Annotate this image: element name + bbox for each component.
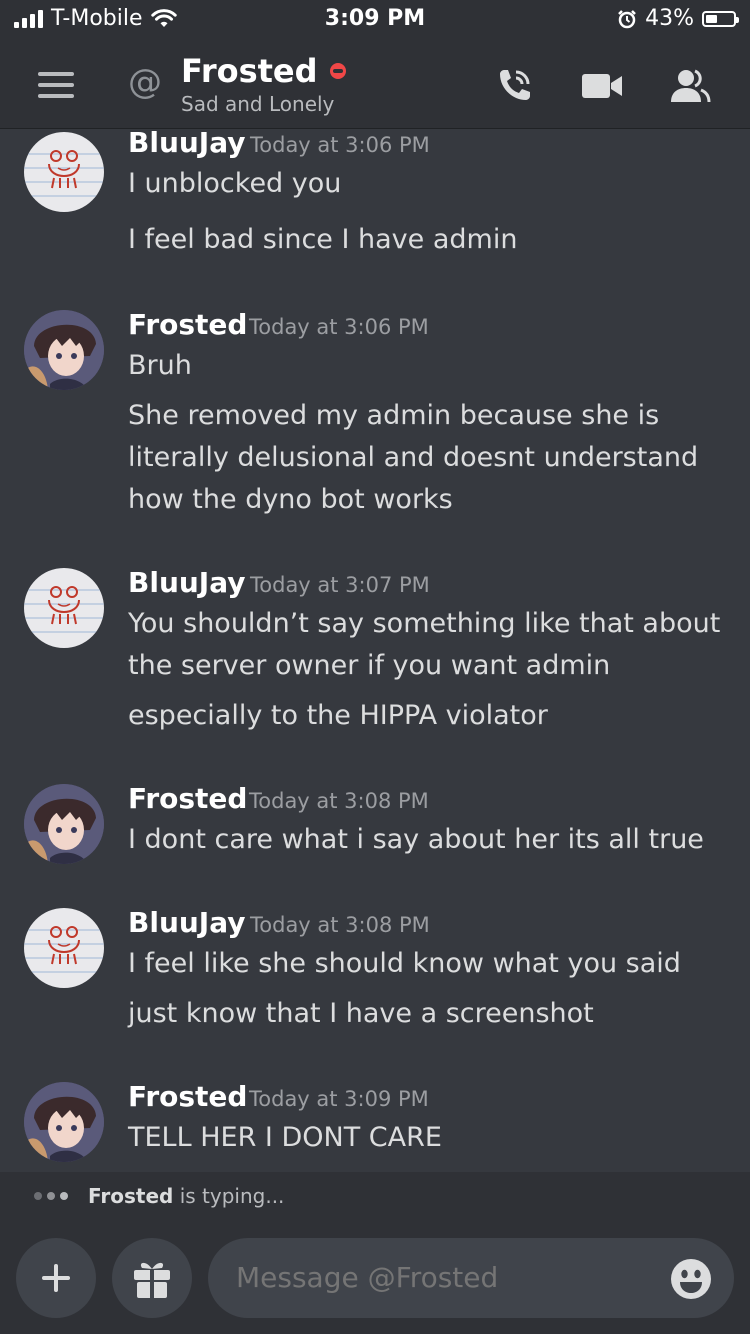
at-icon: @ — [128, 62, 162, 102]
typing-user: Frosted — [88, 1184, 174, 1208]
members-icon[interactable] — [668, 64, 712, 108]
dm-title-text: Frosted — [181, 52, 318, 90]
video-icon[interactable] — [580, 64, 624, 108]
battery-percent: 43% — [645, 6, 694, 31]
message-author[interactable]: Frosted — [128, 782, 247, 815]
message-text: I feel bad since I have admin — [128, 224, 518, 255]
avatar[interactable] — [24, 310, 104, 390]
message-timestamp: Today at 3:06 PM — [249, 315, 429, 339]
message-text: I dont care what i say about her its all… — [128, 824, 704, 855]
frog-avatar-icon — [24, 926, 104, 973]
message-composer — [0, 1220, 750, 1334]
message-author[interactable]: Frosted — [128, 308, 247, 341]
message-timestamp: Today at 3:09 PM — [249, 1087, 429, 1111]
custom-status: Sad and Lonely — [181, 92, 335, 116]
avatar[interactable] — [24, 908, 104, 988]
gift-icon — [134, 1262, 170, 1298]
avatar[interactable] — [24, 132, 104, 212]
typing-text: Frosted is typing... — [88, 1184, 284, 1208]
typing-suffix: is typing... — [173, 1184, 285, 1208]
call-icon[interactable] — [492, 64, 536, 108]
message-input[interactable] — [208, 1238, 734, 1318]
anime-avatar-icon — [24, 310, 104, 390]
typing-indicator: Frosted is typing... — [0, 1172, 750, 1220]
message-text: You shouldn’t say something like that ab… — [128, 608, 721, 639]
status-bar: T-Mobile 3:09 PM 43% — [0, 0, 750, 40]
message-text: the server owner if you want admin — [128, 650, 611, 681]
anime-avatar-icon — [24, 1082, 104, 1162]
top-bar: T-Mobile 3:09 PM 43% @ Frosted Sad and L… — [0, 0, 750, 128]
message-text: I unblocked you — [128, 168, 342, 199]
gift-button[interactable] — [112, 1238, 192, 1318]
message-text: especially to the HIPPA violator — [128, 700, 548, 731]
avatar[interactable] — [24, 1082, 104, 1162]
message-text: literally delusional and doesnt understa… — [128, 442, 699, 473]
message-author[interactable]: Frosted — [128, 1080, 247, 1113]
message-timestamp: Today at 3:08 PM — [249, 789, 429, 813]
message-text: Bruh — [128, 350, 192, 381]
avatar[interactable] — [24, 568, 104, 648]
message-timestamp: Today at 3:07 PM — [250, 573, 430, 597]
frog-avatar-icon — [24, 150, 104, 197]
menu-icon[interactable] — [38, 72, 74, 98]
attach-plus-button[interactable] — [16, 1238, 96, 1318]
message-text: She removed my admin because she is — [128, 400, 660, 431]
message-author[interactable]: BluuJay — [128, 566, 246, 599]
message-text: I feel like she should know what you sai… — [128, 948, 681, 979]
message-author[interactable]: BluuJay — [128, 128, 246, 159]
anime-avatar-icon — [24, 784, 104, 864]
battery-fill — [706, 14, 717, 23]
channel-header: @ Frosted Sad and Lonely — [0, 40, 750, 128]
frog-avatar-icon — [24, 586, 104, 633]
avatar[interactable] — [24, 784, 104, 864]
battery-icon — [702, 10, 739, 27]
typing-dots-icon — [34, 1192, 68, 1200]
message-text: how the dyno bot works — [128, 484, 453, 515]
status-right: 43% — [617, 6, 739, 31]
message-author[interactable]: BluuJay — [128, 906, 246, 939]
dnd-status-icon — [329, 63, 346, 79]
emoji-icon[interactable] — [670, 1258, 712, 1300]
dm-title[interactable]: Frosted — [181, 52, 346, 90]
alarm-icon — [618, 9, 636, 28]
message-list[interactable]: BluuJay Today at 3:06 PM I unblocked you… — [0, 128, 750, 1172]
message-text: TELL HER I DONT CARE — [128, 1122, 442, 1153]
message-text: just know that I have a screenshot — [128, 998, 594, 1029]
message-timestamp: Today at 3:06 PM — [250, 133, 430, 157]
message-timestamp: Today at 3:08 PM — [250, 913, 430, 937]
